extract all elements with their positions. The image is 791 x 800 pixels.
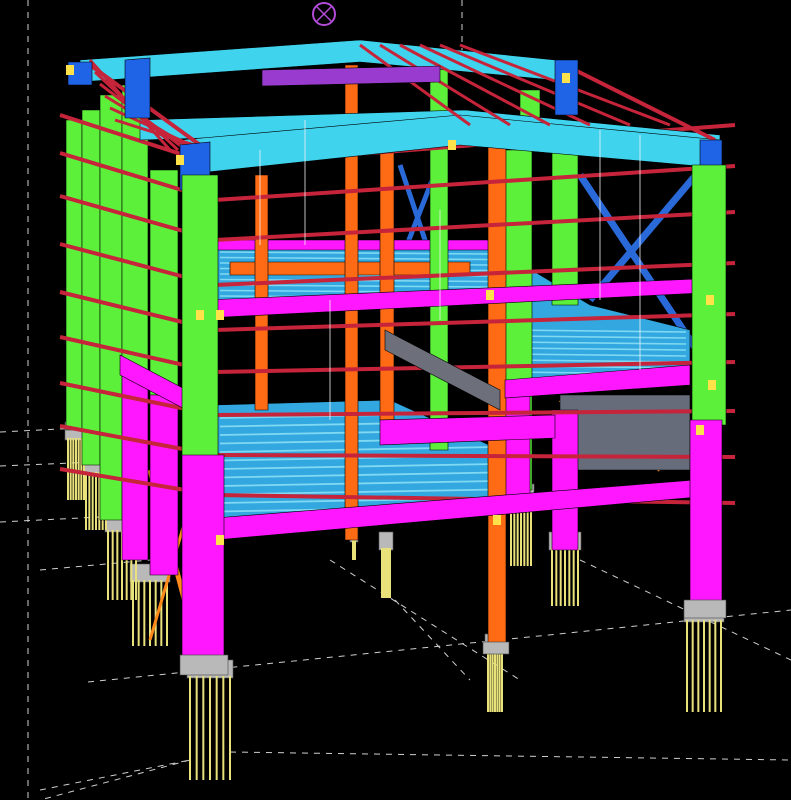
bolt-plate <box>216 535 224 545</box>
column-orange <box>379 139 395 421</box>
bolt-plate <box>486 290 494 300</box>
bolt-plate <box>706 295 714 305</box>
pile-cap <box>378 531 394 551</box>
grid-line <box>39 759 191 800</box>
bolt-plate <box>196 310 204 320</box>
bolt-plate <box>448 140 456 150</box>
base-plate <box>683 599 727 619</box>
bolt-plate <box>708 380 716 390</box>
column-magenta <box>551 409 579 551</box>
bolt-plate <box>696 425 704 435</box>
view-compass-icon[interactable] <box>312 2 336 26</box>
bolt-plate <box>216 310 224 320</box>
column-magenta <box>504 394 531 496</box>
bolt-plate <box>176 155 184 165</box>
model-viewport[interactable] <box>0 0 791 800</box>
base-plate <box>179 654 229 676</box>
bolt-plate <box>66 65 74 75</box>
column-orange <box>254 174 269 411</box>
bolt-plate <box>493 515 501 525</box>
grid-line <box>394 599 471 681</box>
base-plate <box>482 641 510 655</box>
front-girt <box>214 164 736 202</box>
roof-rafters <box>67 39 723 191</box>
column-green <box>551 149 579 306</box>
bolt-plate <box>562 73 570 83</box>
grid-line <box>39 759 191 791</box>
front-girt <box>214 453 736 459</box>
haunch <box>554 59 579 116</box>
grid-line <box>229 751 791 761</box>
grid-line <box>499 609 791 641</box>
haunch <box>124 57 151 119</box>
front-column-magenta <box>689 419 723 611</box>
front-column-magenta <box>181 454 225 666</box>
steel-structure-3d-model[interactable] <box>0 0 791 800</box>
